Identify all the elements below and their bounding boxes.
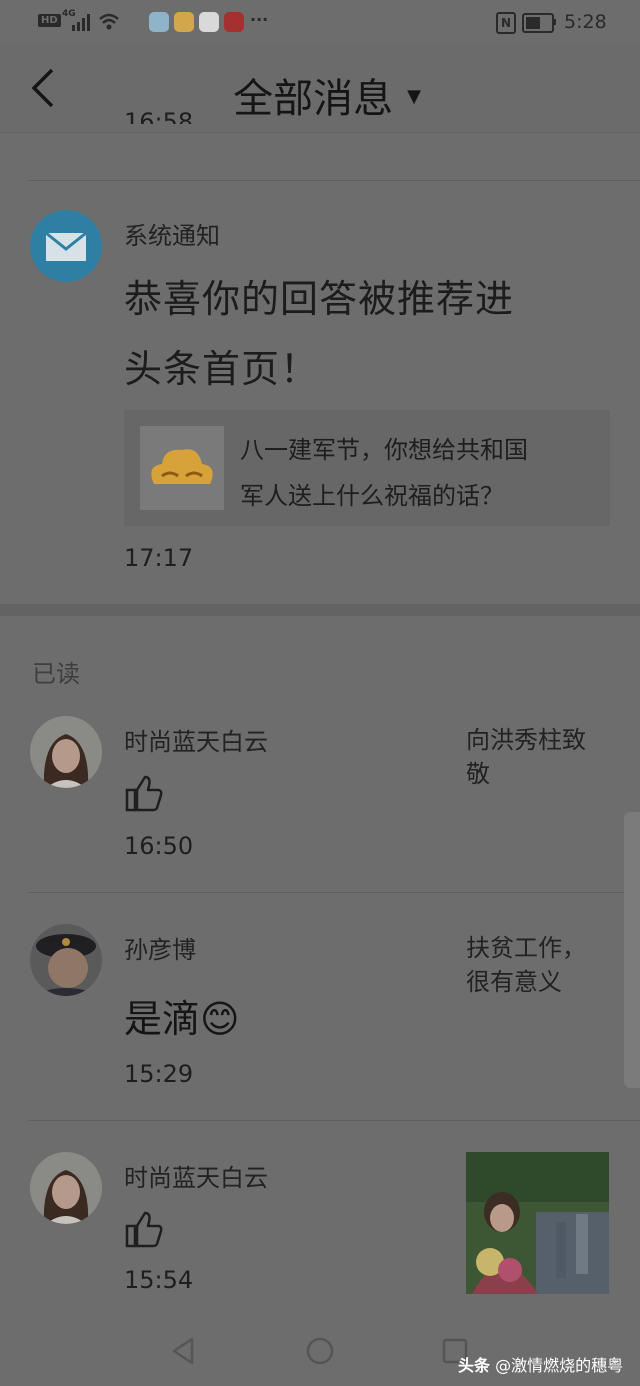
hd-indicator: HD [38,14,61,27]
user-name: 孙彦博 [124,936,196,964]
avatar[interactable] [30,924,102,996]
item-time: 16:50 [124,832,194,860]
clock: 5:28 [564,11,607,33]
home-nav-icon[interactable] [305,1336,335,1366]
nfc-icon: N [496,12,516,34]
watermark-brand: 头条 [458,1356,491,1375]
wifi-icon [99,13,119,30]
watermark-handle: @激情燃烧的穗粤 [495,1356,624,1375]
smile-emoji-icon: 😊 [200,997,240,1041]
user-name: 时尚蓝天白云 [124,728,268,756]
page-title[interactable]: 全部消息 ▼ [0,66,640,124]
divider [28,1120,640,1121]
user-photo [30,924,102,996]
reference-line2[interactable]: 敬 [466,754,490,789]
dropdown-icon[interactable]: ▼ [407,86,421,107]
user-photo [30,716,102,788]
back-nav-icon[interactable] [170,1336,196,1366]
item-time: 15:29 [124,1060,194,1088]
quote-line1: 八一建军节，你想给共和国 [240,436,528,464]
photo-image [466,1152,609,1294]
gold-badge-icon [151,449,213,484]
question-thumbnail [140,426,224,510]
avatar[interactable] [30,1152,102,1224]
divider [28,180,640,181]
partial-time: 16:58 [124,108,194,124]
avatar[interactable] [30,716,102,788]
read-section-label: 已读 [32,660,80,688]
sender-name: 系统通知 [124,222,220,250]
referenced-photo-thumbnail[interactable] [466,1152,609,1294]
browser-icon [149,12,169,32]
mail-icon [174,12,194,32]
title-text: 全部消息 [233,76,394,122]
envelope-icon [45,231,87,261]
user-photo [30,1152,102,1224]
comment-text: 是滴😊 [124,988,240,1043]
notice-time: 17:17 [124,544,194,572]
battery-icon [522,13,554,33]
quote-line2: 军人送上什么祝福的话？ [240,482,504,510]
quoted-question-card[interactable]: 八一建军节，你想给共和国 军人送上什么祝福的话？ [124,410,610,526]
status-bar: HD 4G ··· N 5:28 [0,0,640,44]
red-app-icon [224,12,244,32]
thumbs-up-icon [125,775,163,812]
more-notifications: ··· [250,10,269,29]
watermark: 头条 @激情燃烧的穗粤 [458,1352,623,1376]
notice-title-line1: 恭喜你的回答被推荐进 [124,277,515,321]
mail-avatar [30,210,102,282]
item-time: 15:54 [124,1266,194,1294]
thumbs-up-icon [125,1211,163,1248]
reference-line1[interactable]: 向洪秀柱致 [466,720,586,755]
news-icon [199,12,219,32]
comment-content: 是滴 [124,997,201,1041]
section-separator [0,604,640,616]
notice-title-line2: 头条首页！ [124,347,320,391]
scrollbar[interactable] [624,812,640,1088]
reference-line1[interactable]: 扶贫工作， [466,928,586,963]
divider [28,892,640,893]
signal-icon [72,14,90,31]
user-name: 时尚蓝天白云 [124,1164,268,1192]
reference-line2[interactable]: 很有意义 [466,962,562,997]
